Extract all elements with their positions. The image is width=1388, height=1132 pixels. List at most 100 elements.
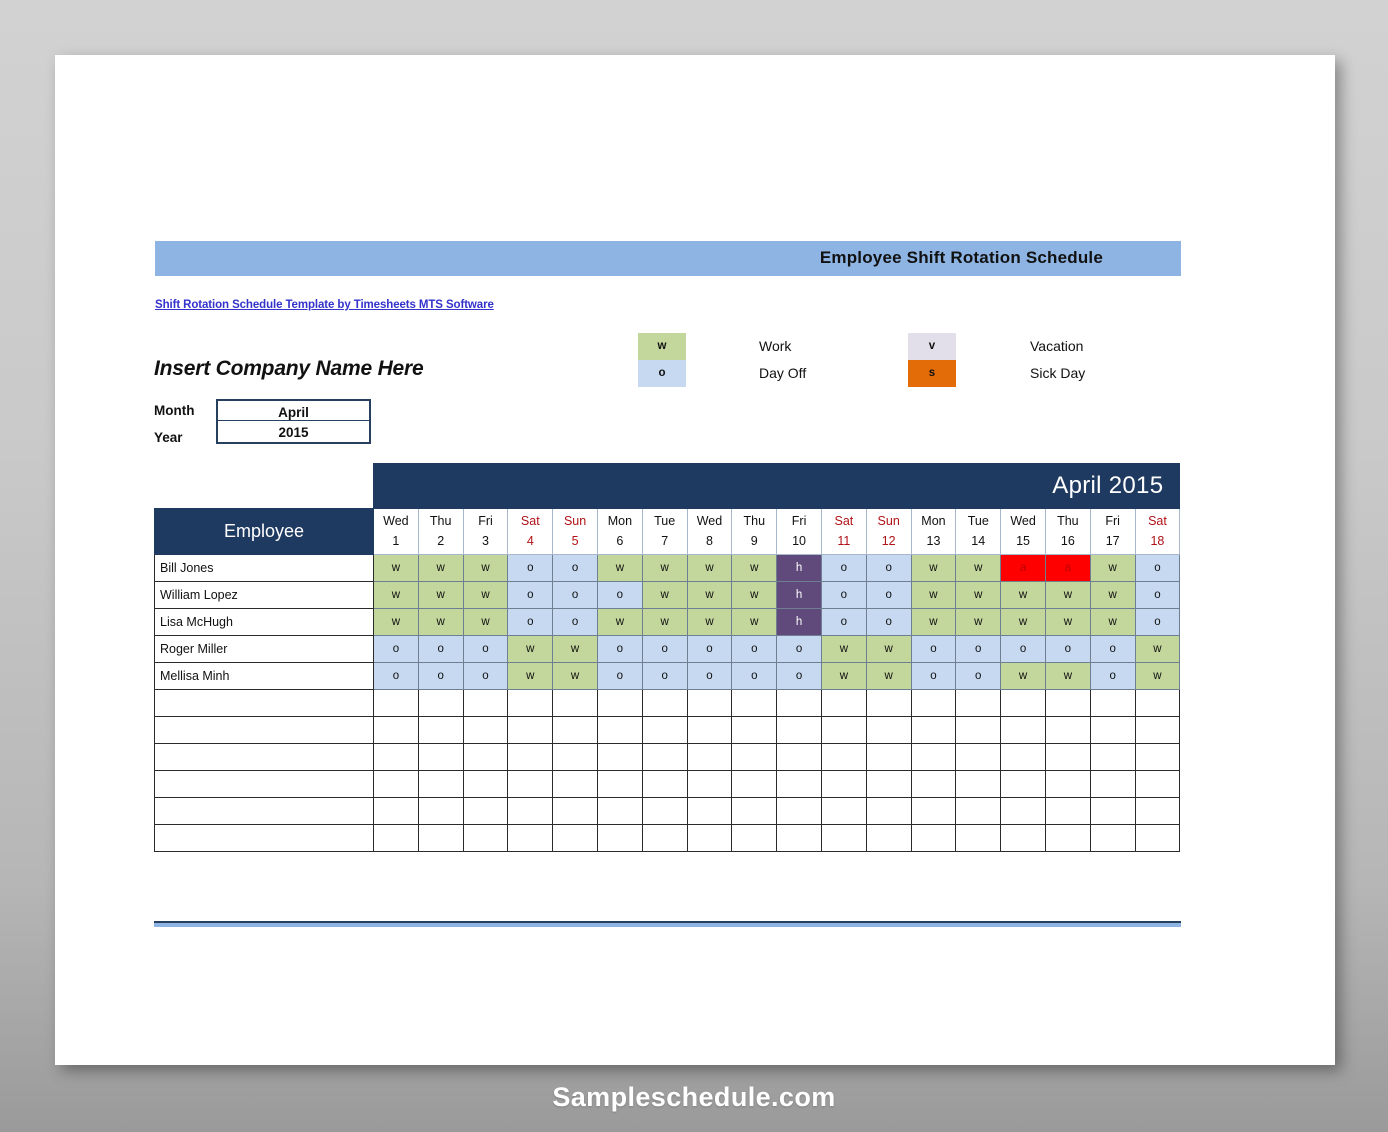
shift-cell[interactable]: o: [507, 581, 554, 609]
shift-cell[interactable]: o: [552, 554, 598, 582]
shift-cell[interactable]: w: [1044, 608, 1091, 636]
shift-cell[interactable]: [1134, 743, 1181, 771]
shift-cell[interactable]: o: [596, 662, 643, 690]
shift-cell[interactable]: o: [507, 608, 554, 636]
shift-cell[interactable]: [1000, 716, 1046, 744]
shift-cell[interactable]: h: [776, 581, 822, 609]
shift-cell[interactable]: [686, 797, 733, 825]
shift-cell[interactable]: o: [1089, 635, 1136, 663]
shift-cell[interactable]: [910, 716, 957, 744]
shift-cell[interactable]: w: [865, 635, 912, 663]
shift-cell[interactable]: w: [910, 608, 957, 636]
shift-cell[interactable]: o: [462, 635, 509, 663]
shift-cell[interactable]: w: [373, 554, 419, 582]
shift-cell[interactable]: w: [507, 635, 554, 663]
shift-cell[interactable]: [686, 716, 733, 744]
shift-cell[interactable]: [417, 797, 464, 825]
shift-cell[interactable]: o: [776, 635, 822, 663]
shift-cell[interactable]: w: [462, 581, 509, 609]
shift-cell[interactable]: [552, 689, 598, 717]
shift-cell[interactable]: [820, 689, 867, 717]
shift-cell[interactable]: [552, 743, 598, 771]
shift-cell[interactable]: o: [686, 635, 733, 663]
shift-cell[interactable]: w: [731, 608, 778, 636]
shift-cell[interactable]: o: [373, 662, 419, 690]
shift-cell[interactable]: o: [1134, 608, 1181, 636]
shift-cell[interactable]: [955, 770, 1002, 798]
shift-cell[interactable]: w: [1089, 581, 1136, 609]
shift-cell[interactable]: [641, 743, 688, 771]
shift-cell[interactable]: w: [1134, 635, 1181, 663]
shift-cell[interactable]: [1089, 743, 1136, 771]
shift-cell[interactable]: w: [1044, 662, 1091, 690]
shift-cell[interactable]: [641, 716, 688, 744]
shift-cell[interactable]: w: [596, 554, 643, 582]
shift-cell[interactable]: w: [910, 554, 957, 582]
shift-cell[interactable]: w: [955, 608, 1002, 636]
shift-cell[interactable]: w: [641, 608, 688, 636]
shift-cell[interactable]: [507, 689, 554, 717]
shift-cell[interactable]: [865, 743, 912, 771]
shift-cell[interactable]: [373, 716, 419, 744]
shift-cell[interactable]: o: [596, 635, 643, 663]
shift-cell[interactable]: [1089, 770, 1136, 798]
shift-cell[interactable]: o: [731, 662, 778, 690]
shift-cell[interactable]: [731, 824, 778, 852]
shift-cell[interactable]: w: [686, 554, 733, 582]
shift-cell[interactable]: [820, 797, 867, 825]
shift-cell[interactable]: [507, 743, 554, 771]
shift-cell[interactable]: o: [1134, 581, 1181, 609]
shift-cell[interactable]: [865, 824, 912, 852]
shift-cell[interactable]: [776, 689, 822, 717]
shift-cell[interactable]: w: [1000, 608, 1046, 636]
shift-cell[interactable]: o: [955, 662, 1002, 690]
shift-cell[interactable]: [596, 689, 643, 717]
shift-cell[interactable]: [1000, 797, 1046, 825]
shift-cell[interactable]: [865, 689, 912, 717]
shift-cell[interactable]: w: [373, 581, 419, 609]
shift-cell[interactable]: w: [373, 608, 419, 636]
shift-cell[interactable]: [552, 824, 598, 852]
shift-cell[interactable]: [641, 797, 688, 825]
shift-cell[interactable]: o: [596, 581, 643, 609]
shift-cell[interactable]: [417, 716, 464, 744]
shift-cell[interactable]: [507, 797, 554, 825]
shift-cell[interactable]: o: [373, 635, 419, 663]
shift-cell[interactable]: o: [955, 635, 1002, 663]
employee-name-cell[interactable]: Roger Miller: [154, 635, 374, 663]
template-source-link[interactable]: Shift Rotation Schedule Template by Time…: [155, 299, 494, 311]
shift-cell[interactable]: [462, 797, 509, 825]
employee-name-cell[interactable]: Bill Jones: [154, 554, 374, 582]
shift-cell[interactable]: w: [1089, 554, 1136, 582]
shift-cell[interactable]: [820, 716, 867, 744]
shift-cell[interactable]: o: [1044, 635, 1091, 663]
shift-cell[interactable]: w: [462, 608, 509, 636]
shift-cell[interactable]: [1044, 824, 1091, 852]
shift-cell[interactable]: [1134, 716, 1181, 744]
shift-cell[interactable]: o: [1134, 554, 1181, 582]
shift-cell[interactable]: [1044, 770, 1091, 798]
shift-cell[interactable]: w: [1000, 581, 1046, 609]
shift-cell[interactable]: w: [417, 581, 464, 609]
shift-cell[interactable]: [552, 716, 598, 744]
employee-name-cell[interactable]: [154, 689, 374, 717]
shift-cell[interactable]: [776, 716, 822, 744]
shift-cell[interactable]: o: [865, 581, 912, 609]
shift-cell[interactable]: [1134, 797, 1181, 825]
shift-cell[interactable]: [596, 824, 643, 852]
shift-cell[interactable]: [910, 797, 957, 825]
shift-cell[interactable]: w: [1000, 662, 1046, 690]
shift-cell[interactable]: o: [552, 581, 598, 609]
shift-cell[interactable]: w: [731, 581, 778, 609]
shift-cell[interactable]: [820, 770, 867, 798]
shift-cell[interactable]: w: [955, 554, 1002, 582]
shift-cell[interactable]: [1089, 824, 1136, 852]
month-input[interactable]: April: [216, 399, 371, 422]
shift-cell[interactable]: o: [865, 554, 912, 582]
shift-cell[interactable]: [462, 689, 509, 717]
shift-cell[interactable]: [1044, 689, 1091, 717]
shift-cell[interactable]: w: [1089, 608, 1136, 636]
shift-cell[interactable]: [686, 770, 733, 798]
shift-cell[interactable]: [865, 770, 912, 798]
shift-cell[interactable]: o: [507, 554, 554, 582]
